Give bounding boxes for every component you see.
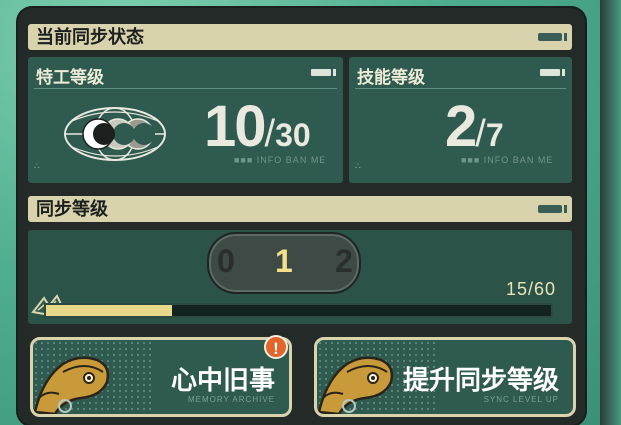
- skill-level-current: 2: [445, 94, 477, 159]
- agent-level-card: 特工等级 10/30 ■■■ INFO BAN ME ∴: [28, 57, 343, 183]
- agent-level-title: 特工等级: [36, 68, 104, 87]
- corner-dots-icon: ∴: [34, 161, 40, 171]
- agent-level-max: 30: [275, 117, 311, 153]
- skill-level-slash: /: [475, 113, 486, 155]
- sync-level-header: 同步等级: [28, 196, 572, 222]
- sync-progress-bar: [44, 303, 553, 318]
- agent-level-current: 10: [204, 94, 266, 159]
- skill-level-value: 2/7: [445, 93, 504, 160]
- skill-level-max: 7: [485, 117, 504, 153]
- current-sync-title: 当前同步状态: [36, 27, 144, 47]
- corner-dots-icon: ∴: [355, 161, 361, 171]
- card-tag-icon: [311, 69, 336, 76]
- sync-progress-text: 15/60: [506, 279, 557, 299]
- header-tag-icon: [538, 33, 567, 41]
- header-tag-icon: [538, 205, 567, 213]
- memories-caption: MEMORY ARCHIVE: [187, 395, 275, 404]
- current-sync-header: 当前同步状态: [28, 24, 572, 50]
- upgrade-sync-button[interactable]: 提升同步等级 SYNC LEVEL UP: [314, 337, 576, 417]
- memories-label: 心中旧事: [170, 365, 275, 395]
- alert-icon: !: [264, 335, 288, 359]
- otter-mascot-icon: [317, 356, 394, 414]
- otter-mascot-icon: [33, 356, 110, 414]
- upgrade-sync-label: 提升同步等级: [402, 365, 559, 395]
- background-edge: [600, 0, 621, 425]
- skill-level-title: 技能等级: [357, 68, 425, 87]
- alert-symbol: !: [273, 339, 279, 358]
- counter-current: 1: [275, 243, 293, 279]
- memories-button[interactable]: 心中旧事 MEMORY ARCHIVE: [30, 337, 292, 417]
- upgrade-sync-caption: SYNC LEVEL UP: [483, 395, 559, 404]
- card-tag-icon: [540, 69, 565, 76]
- crescent-moons-icon: [64, 107, 166, 161]
- sync-level-counter: 0 1 2: [207, 232, 361, 294]
- skill-level-card: 技能等级 2/7 ■■■ INFO BAN ME ∴: [349, 57, 572, 183]
- agent-level-value: 10/30: [204, 93, 311, 160]
- counter-next: 2: [335, 243, 353, 279]
- sync-progress-fill: [46, 305, 172, 316]
- agent-level-subcaption: ■■■ INFO BAN ME: [234, 155, 327, 165]
- sync-level-title: 同步等级: [36, 199, 108, 219]
- divider: [34, 88, 337, 89]
- agent-level-slash: /: [264, 113, 276, 155]
- divider: [355, 88, 566, 89]
- skill-level-subcaption: ■■■ INFO BAN ME: [461, 155, 554, 165]
- counter-prev: 0: [217, 243, 235, 279]
